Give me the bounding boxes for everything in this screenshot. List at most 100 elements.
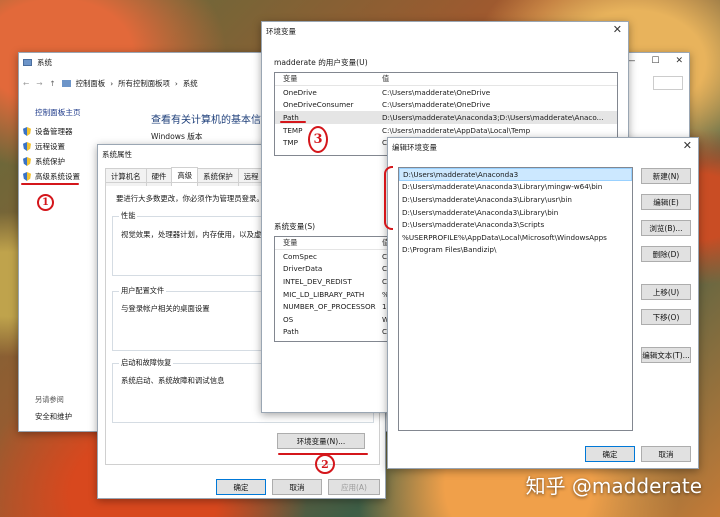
sidebar-item-label: 系统保护 <box>35 157 65 166</box>
shield-icon <box>23 127 31 136</box>
close-icon[interactable]: ✕ <box>613 24 622 36</box>
move-up-button[interactable]: 上移(U) <box>641 284 691 300</box>
sidebar-home[interactable]: 控制面板主页 <box>35 107 81 118</box>
variable-value: C <box>382 264 388 274</box>
table-row[interactable]: NUMBER_OF_PROCESSORS 1 <box>275 300 403 313</box>
up-arrow-icon[interactable]: ↑ <box>49 79 55 88</box>
address-dropdown[interactable] <box>653 76 683 90</box>
breadcrumb-2[interactable]: 系统 <box>183 78 198 89</box>
shield-icon <box>23 142 31 151</box>
profile-title: 用户配置文件 <box>119 286 167 296</box>
page-heading: 查看有关计算机的基本信息 <box>151 115 271 126</box>
system-vars-label: 系统变量(S) <box>274 222 316 231</box>
edit-text-button[interactable]: 编辑文本(T)... <box>641 347 691 363</box>
variable-value: 1 <box>382 302 387 312</box>
shield-icon <box>23 157 31 166</box>
path-entry[interactable]: D:\Users\madderate\Anaconda3 <box>399 168 632 181</box>
variable-value: C:\Users\madderate\OneDrive <box>382 87 491 97</box>
close-icon[interactable]: ✕ <box>675 56 683 66</box>
user-vars-header: 变量 值 <box>275 73 617 86</box>
editenv-title: 编辑环境变量 <box>392 142 437 152</box>
variable-value: C <box>382 276 388 286</box>
table-row[interactable]: DriverData C <box>275 263 403 276</box>
sidebar-item-remote[interactable]: 远程设置 <box>23 139 80 154</box>
system-title: 系统 <box>37 57 52 67</box>
breadcrumb: 控制面板 › 所有控制面板项 › 系统 <box>61 78 198 89</box>
sysprops-title: 系统属性 <box>102 149 132 159</box>
browse-button[interactable]: 浏览(B)... <box>641 220 691 236</box>
annotation-underline-3 <box>280 121 306 123</box>
apply-button[interactable]: 应用(A) <box>328 479 380 495</box>
edit-button[interactable]: 编辑(E) <box>641 194 691 210</box>
column-header-value[interactable]: 值 <box>376 74 389 84</box>
variable-name: OS <box>283 314 294 324</box>
shield-icon <box>23 172 31 181</box>
performance-title: 性能 <box>119 211 138 221</box>
sidebar-item-label: 高级系统设置 <box>35 172 80 181</box>
security-link[interactable]: 安全和维护 <box>35 411 72 422</box>
path-entry[interactable]: D:\Program Files\Bandizip\ <box>399 244 632 257</box>
path-entry[interactable]: D:\Users\madderate\Anaconda3\Library\usr… <box>399 193 632 206</box>
window-controls: — ☐ ✕ <box>626 56 683 66</box>
ok-button[interactable]: 确定 <box>216 479 266 495</box>
variable-value: C <box>382 327 388 337</box>
move-down-button[interactable]: 下移(O) <box>641 309 691 325</box>
table-row[interactable]: Path D:\Users\madderate\Anaconda3;D:\User… <box>275 111 617 124</box>
watermark: 知乎 @madderate <box>525 474 702 498</box>
column-header-variable[interactable]: 变量 <box>275 74 376 84</box>
editenv-titlebar: 编辑环境变量 <box>388 138 698 156</box>
annotation-circle-1: 1 <box>37 194 54 211</box>
path-entries-list: D:\Users\madderate\Anaconda3 D:\Users\mad… <box>398 167 633 431</box>
profile-desc: 与登录帐户相关的桌面设置 <box>121 304 210 313</box>
envvars-titlebar: 环境变量 <box>262 22 628 40</box>
envvars-title: 环境变量 <box>266 26 296 36</box>
table-row[interactable]: ComSpec C <box>275 250 403 263</box>
performance-desc: 视觉效果，处理器计划，内存使用，以及虚拟内存 <box>121 230 284 239</box>
variable-value: C <box>382 251 388 261</box>
system-vars-list: 变量 值 ComSpec C DriverData C INTEL_DEV_REDIST… <box>274 236 404 342</box>
variable-name: OneDriveConsumer <box>283 100 354 110</box>
variable-name: Path <box>283 327 299 337</box>
variable-value: C:\Users\madderate\OneDrive <box>382 100 491 110</box>
table-row[interactable]: OneDrive C:\Users\madderate\OneDrive <box>275 86 617 99</box>
annotation-circle-2: 2 <box>315 454 335 474</box>
path-entry[interactable]: D:\Users\madderate\Anaconda3\Scripts <box>399 218 632 231</box>
table-row[interactable]: MIC_LD_LIBRARY_PATH% <box>275 288 403 301</box>
computer-icon <box>23 58 32 66</box>
path-entry[interactable]: D:\Users\madderate\Anaconda3\Library\min… <box>399 181 632 194</box>
annotation-underline-1 <box>21 183 79 185</box>
system-vars-header: 变量 值 <box>275 237 403 250</box>
annotation-circle-3: 3 <box>308 126 328 153</box>
variable-name: DriverData <box>283 264 323 274</box>
table-row[interactable]: OS W <box>275 313 403 326</box>
cancel-button[interactable]: 取消 <box>641 446 691 462</box>
control-panel-icon <box>61 79 71 87</box>
breadcrumb-separator-icon: › <box>174 78 178 88</box>
variable-name: MIC_LD_LIBRARY_PATH <box>283 289 365 299</box>
maximize-icon[interactable]: ☐ <box>651 56 659 66</box>
breadcrumb-1[interactable]: 所有控制面板项 <box>118 78 170 89</box>
delete-button[interactable]: 删除(D) <box>641 246 691 262</box>
variable-name: ComSpec <box>283 251 317 261</box>
variable-value: C:\Users\madderate\AppData\Local\Temp <box>382 125 531 135</box>
edit-environment-variable-dialog: 编辑环境变量 ✕ D:\Users\madderate\Anaconda3 D:\… <box>384 137 699 469</box>
table-row[interactable]: INTEL_DEV_REDIST C <box>275 275 403 288</box>
cancel-button[interactable]: 取消 <box>272 479 322 495</box>
sidebar-item-protection[interactable]: 系统保护 <box>23 154 80 169</box>
back-arrow-icon[interactable]: ← <box>23 79 29 88</box>
environment-variables-button[interactable]: 环境变量(N)... <box>277 433 365 449</box>
sidebar-item-advanced[interactable]: 高级系统设置 <box>23 169 80 184</box>
close-icon[interactable]: ✕ <box>683 140 692 152</box>
new-button[interactable]: 新建(N) <box>641 168 691 184</box>
path-entry[interactable]: D:\Users\madderate\Anaconda3\Library\bin <box>399 206 632 219</box>
sidebar-item-device-manager[interactable]: 设备管理器 <box>23 124 80 139</box>
path-entry[interactable]: %USERPROFILE%\AppData\Local\Microsoft\Wi… <box>399 231 632 244</box>
system-vars-rows: ComSpec C DriverData C INTEL_DEV_REDIST C MIC_… <box>275 250 403 338</box>
forward-arrow-icon[interactable]: → <box>36 79 42 88</box>
ok-button[interactable]: 确定 <box>585 446 635 462</box>
path-entries: D:\Users\madderate\Anaconda3 D:\Users\mad… <box>399 168 632 256</box>
column-header-variable[interactable]: 变量 <box>275 238 376 248</box>
table-row[interactable]: OneDriveConsumer C:\Users\madderate\OneDr… <box>275 99 617 112</box>
breadcrumb-0[interactable]: 控制面板 <box>76 78 106 89</box>
table-row[interactable]: Path C <box>275 326 403 339</box>
